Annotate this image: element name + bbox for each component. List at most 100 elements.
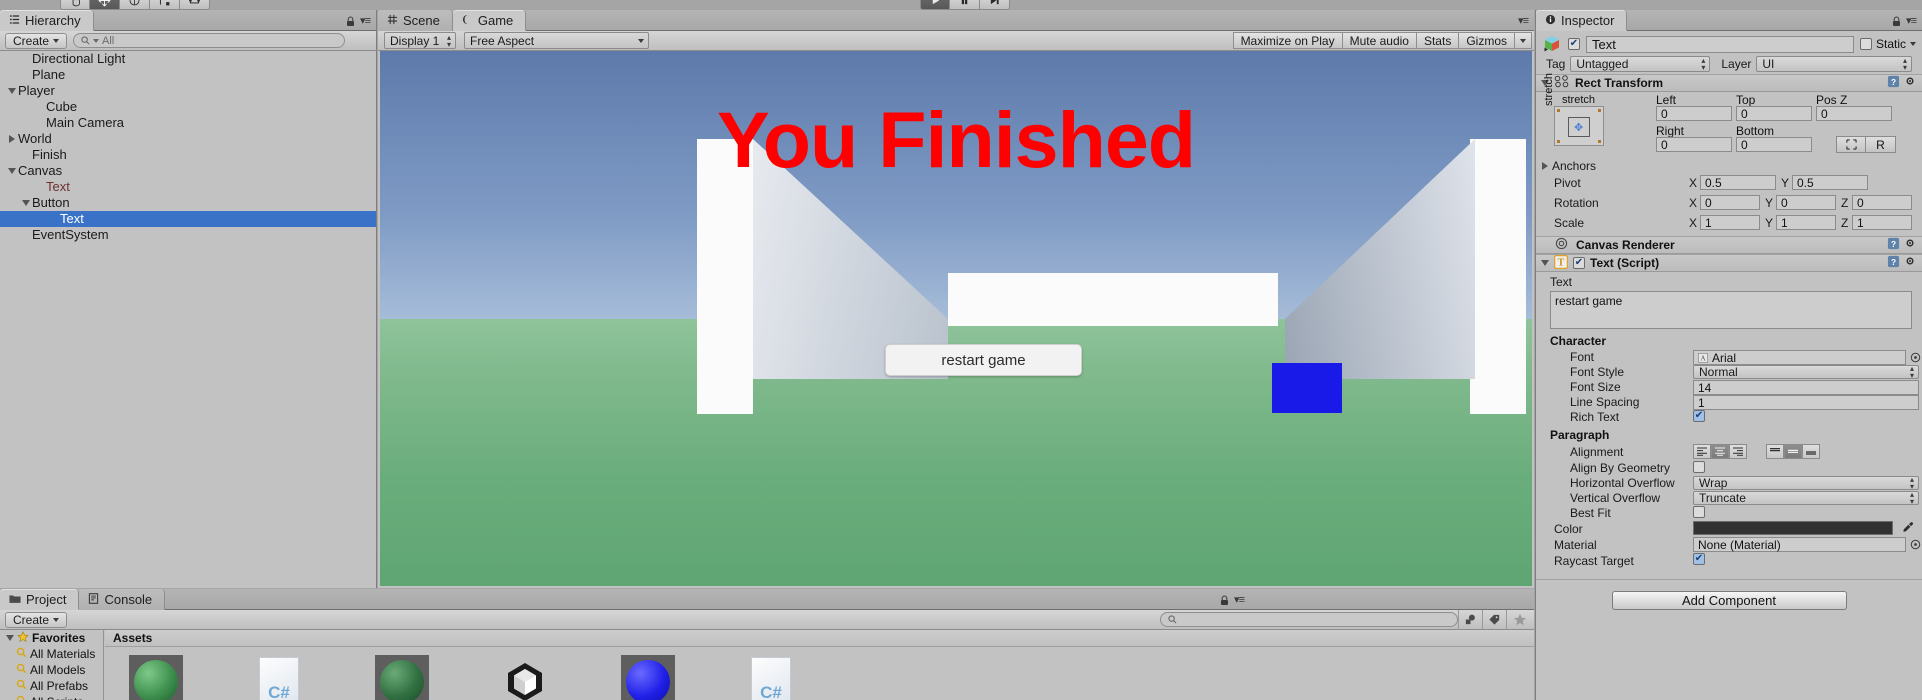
rect-left-input[interactable]: 0 xyxy=(1656,106,1732,121)
layer-dropdown[interactable]: UI ▴ ▾ xyxy=(1756,56,1912,72)
pivot-x-input[interactable]: 0.5 xyxy=(1700,175,1776,190)
rect-transform-header[interactable]: Rect Transform ? xyxy=(1536,74,1922,92)
material-picker-icon[interactable] xyxy=(1910,538,1921,553)
align-left-button[interactable] xyxy=(1693,444,1711,459)
asset-item-script[interactable]: C# xyxy=(743,654,799,700)
hierarchy-item-text[interactable]: Text xyxy=(0,179,376,195)
pivot-y-input[interactable]: 0.5 xyxy=(1792,175,1868,190)
rotation-z-input[interactable]: 0 xyxy=(1852,195,1912,210)
project-assets-pane[interactable]: Assets C# C# xyxy=(105,630,1534,700)
rotate-tool-button[interactable] xyxy=(120,0,150,10)
display-dropdown[interactable]: Display 1 ▴ ▾ xyxy=(384,32,456,49)
pause-button[interactable] xyxy=(950,0,980,10)
best-fit-checkbox[interactable] xyxy=(1693,506,1705,518)
text-script-header[interactable]: T Text (Script) ? xyxy=(1536,254,1922,272)
static-toggle[interactable]: Static xyxy=(1859,37,1916,51)
font-size-input[interactable]: 14 xyxy=(1693,380,1919,395)
play-button[interactable] xyxy=(920,0,950,10)
filter-by-type-icon[interactable] xyxy=(1458,609,1482,630)
lock-icon[interactable] xyxy=(346,15,355,26)
asset-item-script[interactable]: C# xyxy=(251,654,307,700)
scale-x-input[interactable]: 1 xyxy=(1700,215,1760,230)
alignment-vertical-group[interactable] xyxy=(1766,444,1820,459)
align-bottom-button[interactable] xyxy=(1802,444,1820,459)
tab-inspector[interactable]: Inspector xyxy=(1536,10,1628,31)
line-spacing-input[interactable]: 1 xyxy=(1693,395,1919,410)
project-tree-item-all-scripts[interactable]: All Scripts xyxy=(0,694,103,700)
gear-icon[interactable] xyxy=(1904,237,1917,253)
static-checkbox[interactable] xyxy=(1859,38,1872,50)
tab-scene[interactable]: Scene xyxy=(378,10,453,31)
maximize-on-play-button[interactable]: Maximize on Play xyxy=(1232,32,1343,49)
favorites-star-icon[interactable] xyxy=(1506,609,1532,630)
help-icon[interactable]: ? xyxy=(1887,237,1900,253)
anchor-preset-button[interactable]: ✥ xyxy=(1554,106,1604,146)
chevron-down-icon[interactable] xyxy=(1910,42,1916,46)
chevron-right-icon[interactable] xyxy=(1542,162,1548,170)
vertical-overflow-dropdown[interactable]: Truncate ▴ ▾ xyxy=(1693,491,1919,506)
inspector-menu-icon[interactable]: ▾≡ xyxy=(1906,14,1917,27)
text-value-textarea[interactable]: restart game xyxy=(1550,291,1912,329)
gear-icon[interactable] xyxy=(1904,75,1917,91)
help-icon[interactable]: ? xyxy=(1887,75,1900,91)
align-right-button[interactable] xyxy=(1729,444,1747,459)
lock-icon[interactable] xyxy=(1892,15,1901,26)
project-tree[interactable]: Favorites All Materials All Models All Pre… xyxy=(0,630,104,700)
add-component-button[interactable]: Add Component xyxy=(1611,591,1847,610)
hierarchy-list[interactable]: Directional Light Plane Player Cube Main Cam… xyxy=(0,51,376,588)
hierarchy-create-button[interactable]: Create xyxy=(5,32,68,49)
rect-bottom-input[interactable]: 0 xyxy=(1736,137,1812,152)
tag-dropdown[interactable]: Untagged ▴ ▾ xyxy=(1570,56,1711,72)
project-tree-item-all-models[interactable]: All Models xyxy=(0,662,103,678)
restart-game-button[interactable]: restart game xyxy=(885,344,1082,376)
gameview-menu-icon[interactable]: ▾≡ xyxy=(1518,14,1529,27)
rect-posz-input[interactable]: 0 xyxy=(1816,106,1892,121)
chevron-right-icon[interactable] xyxy=(6,135,18,143)
gizmos-button[interactable]: Gizmos xyxy=(1459,32,1515,49)
text-color-swatch[interactable] xyxy=(1693,521,1893,535)
aspect-dropdown[interactable]: Free Aspect xyxy=(464,32,649,49)
hierarchy-item-button[interactable]: Button xyxy=(0,195,376,211)
move-tool-button[interactable] xyxy=(90,0,120,10)
blueprint-mode-button[interactable] xyxy=(1836,136,1866,153)
game-render-area[interactable]: You Finished restart game xyxy=(380,51,1532,586)
project-create-button[interactable]: Create xyxy=(5,611,68,628)
anchors-foldout[interactable]: Anchors xyxy=(1536,158,1922,174)
tab-game[interactable]: Game xyxy=(452,10,527,31)
hierarchy-menu-icon[interactable]: ▾≡ xyxy=(360,14,371,27)
asset-item-material-green-dark[interactable] xyxy=(374,654,430,700)
rotation-y-input[interactable]: 0 xyxy=(1776,195,1836,210)
project-search-input[interactable] xyxy=(1160,612,1458,627)
tab-console[interactable]: Console xyxy=(79,589,166,610)
project-favorites-row[interactable]: Favorites xyxy=(0,630,103,646)
font-style-dropdown[interactable]: Normal ▴ ▾ xyxy=(1693,365,1919,380)
align-middle-button[interactable] xyxy=(1784,444,1802,459)
hand-tool-button[interactable] xyxy=(60,0,90,10)
chevron-down-icon[interactable] xyxy=(1541,260,1549,266)
hierarchy-item-plane[interactable]: Plane xyxy=(0,67,376,83)
filter-by-label-icon[interactable] xyxy=(1482,609,1506,630)
project-menu-icon[interactable]: ▾≡ xyxy=(1234,593,1245,606)
tab-hierarchy[interactable]: Hierarchy xyxy=(0,10,94,31)
rect-right-input[interactable]: 0 xyxy=(1656,137,1732,152)
hierarchy-item-player[interactable]: Player xyxy=(0,83,376,99)
scale-z-input[interactable]: 1 xyxy=(1852,215,1912,230)
tab-project[interactable]: Project xyxy=(0,589,80,610)
asset-item-unity-logo[interactable] xyxy=(497,654,553,700)
hierarchy-search-input[interactable]: All xyxy=(73,33,346,48)
stats-button[interactable]: Stats xyxy=(1416,32,1460,49)
hierarchy-item-finish[interactable]: Finish xyxy=(0,147,376,163)
text-script-enabled-checkbox[interactable] xyxy=(1573,257,1585,269)
hierarchy-item-world[interactable]: World xyxy=(0,131,376,147)
rich-text-checkbox[interactable] xyxy=(1693,410,1705,422)
hierarchy-item-main-camera[interactable]: Main Camera xyxy=(0,115,376,131)
asset-item-material-blue[interactable] xyxy=(620,654,676,700)
step-button[interactable] xyxy=(980,0,1010,10)
gear-icon[interactable] xyxy=(1904,255,1917,271)
project-tree-item-all-prefabs[interactable]: All Prefabs xyxy=(0,678,103,694)
align-center-button[interactable] xyxy=(1711,444,1729,459)
gameobject-name-input[interactable]: Text xyxy=(1586,35,1854,53)
gameobject-enabled-checkbox[interactable] xyxy=(1568,38,1580,50)
scale-y-input[interactable]: 1 xyxy=(1776,215,1836,230)
chevron-down-icon[interactable] xyxy=(6,635,14,641)
